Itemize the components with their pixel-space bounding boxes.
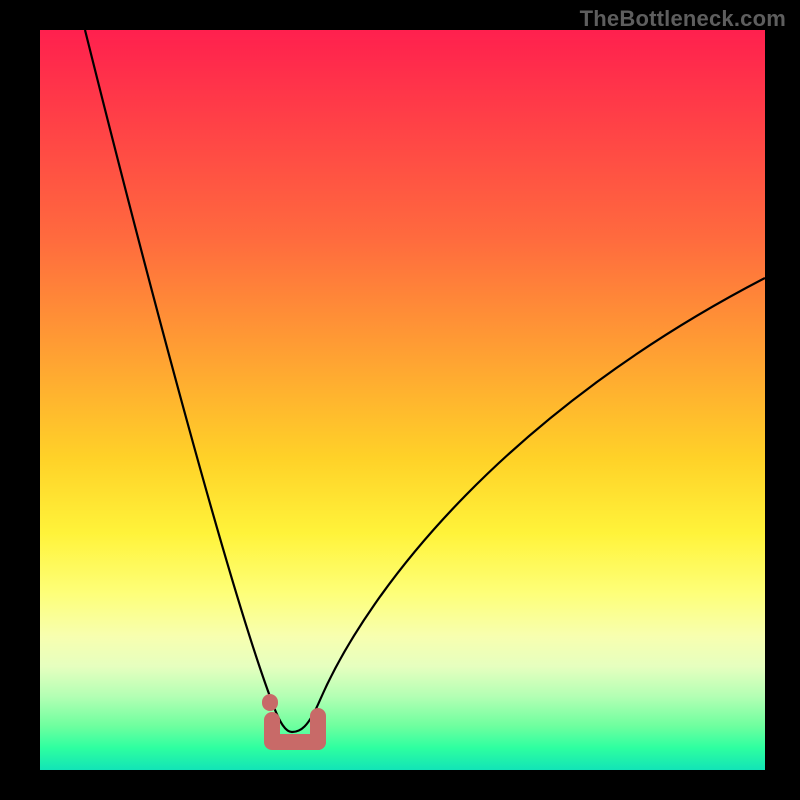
bracket-marker <box>270 702 318 742</box>
bottleneck-curve <box>40 30 765 770</box>
plot-area <box>40 30 765 770</box>
chart-frame: TheBottleneck.com <box>0 0 800 800</box>
curve-path <box>85 30 765 732</box>
watermark-text: TheBottleneck.com <box>580 6 786 32</box>
